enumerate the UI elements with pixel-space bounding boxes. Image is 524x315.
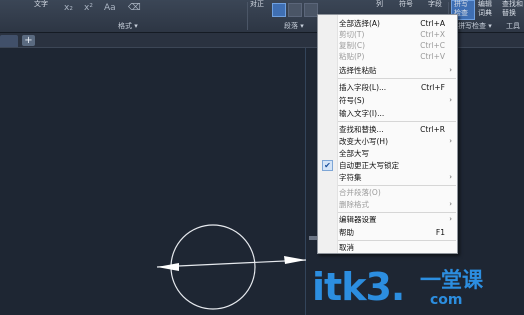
menu-item-import-text[interactable]: 输入文字(I)...: [319, 108, 457, 119]
menu-item-cut[interactable]: 剪切(T) Ctrl+X: [319, 29, 457, 40]
edit-dict-label-2[interactable]: 词典: [478, 9, 492, 18]
panel-divider: [247, 2, 248, 30]
dimension-line: [156, 259, 307, 268]
add-tab-button[interactable]: +: [22, 35, 35, 46]
format-panel-title[interactable]: 格式 ▾: [118, 21, 138, 31]
circle-shape: [170, 224, 256, 310]
watermark-domain: itk3.: [312, 265, 405, 309]
menu-item-insert-field[interactable]: 插入字段(L)... Ctrl+F: [319, 82, 457, 93]
menu-separator: [338, 212, 456, 213]
menu-item-find-replace[interactable]: 查找和替换... Ctrl+R: [319, 124, 457, 135]
menu-item-editor-settings[interactable]: 编辑器设置 ›: [319, 214, 457, 225]
submenu-arrow-icon: ›: [449, 215, 452, 223]
superscript-icon[interactable]: x²: [84, 3, 93, 13]
menu-item-charset[interactable]: 字符集 ›: [319, 172, 457, 183]
submenu-arrow-icon: ›: [449, 137, 452, 145]
align-center-button[interactable]: [288, 3, 302, 17]
dimension-arrow-right: [284, 256, 306, 264]
menu-separator: [338, 78, 456, 79]
menu-separator: [338, 121, 456, 122]
align-label: 对正: [250, 0, 264, 8]
edit-dict-label-1[interactable]: 编辑: [478, 0, 492, 9]
menu-separator: [338, 185, 456, 186]
menu-item-all-caps[interactable]: 全部大写: [319, 148, 457, 159]
subscript-icon[interactable]: x₂: [64, 3, 73, 13]
submenu-arrow-icon: ›: [449, 173, 452, 181]
submenu-arrow-icon: ›: [449, 66, 452, 74]
find-replace-label-2[interactable]: 替换: [502, 9, 516, 18]
paragraph-panel-title[interactable]: 段落 ▾: [284, 21, 304, 31]
menu-item-combine-paragraphs[interactable]: 合并段落(O): [319, 187, 457, 198]
menu-item-select-all[interactable]: 全部选择(A) Ctrl+A: [319, 18, 457, 29]
menu-item-remove-formatting[interactable]: 删除格式 ›: [319, 199, 457, 210]
menu-item-help[interactable]: 帮助 F1: [319, 227, 457, 238]
tools-panel-title[interactable]: 工具: [506, 21, 520, 31]
watermark-brand: 一堂课: [420, 268, 483, 292]
align-left-button[interactable]: [272, 3, 286, 17]
font-label: 文字: [34, 0, 48, 8]
spellcheck-panel-title[interactable]: 拼写检查 ▾: [458, 21, 492, 31]
document-tab[interactable]: [0, 35, 18, 47]
dimension-arrow-left: [157, 263, 179, 271]
case-icon[interactable]: Aa: [104, 3, 116, 13]
grip-handle: [309, 236, 317, 240]
clear-format-icon[interactable]: ⌫: [128, 3, 141, 13]
spellcheck-label-1: 拼写: [454, 0, 468, 8]
menu-item-paste[interactable]: 粘贴(P) Ctrl+V: [319, 51, 457, 62]
watermark-com: com: [430, 292, 463, 308]
submenu-arrow-icon: ›: [449, 96, 452, 104]
checkmark-icon: ✔: [322, 160, 333, 171]
menu-item-copy[interactable]: 复制(C) Ctrl+C: [319, 40, 457, 51]
field-label[interactable]: 字段: [428, 0, 442, 9]
menu-item-paste-special[interactable]: 选择性粘贴 ›: [319, 65, 457, 76]
menu-item-symbol[interactable]: 符号(S) ›: [319, 95, 457, 106]
menu-separator: [338, 240, 456, 241]
submenu-arrow-icon: ›: [449, 200, 452, 208]
align-right-button[interactable]: [304, 3, 318, 17]
menu-item-change-case[interactable]: 改变大小写(H) ›: [319, 136, 457, 147]
menu-item-autocaps[interactable]: ✔ 自动更正大写锁定: [319, 160, 457, 171]
find-replace-label-1[interactable]: 查找和: [502, 0, 523, 9]
columns-label[interactable]: 列: [376, 0, 383, 9]
menu-item-cancel[interactable]: 取消: [319, 242, 457, 253]
context-menu: 全部选择(A) Ctrl+A 剪切(T) Ctrl+X 复制(C) Ctrl+C 粘贴…: [317, 14, 458, 254]
symbol-label[interactable]: 符号: [399, 0, 413, 9]
